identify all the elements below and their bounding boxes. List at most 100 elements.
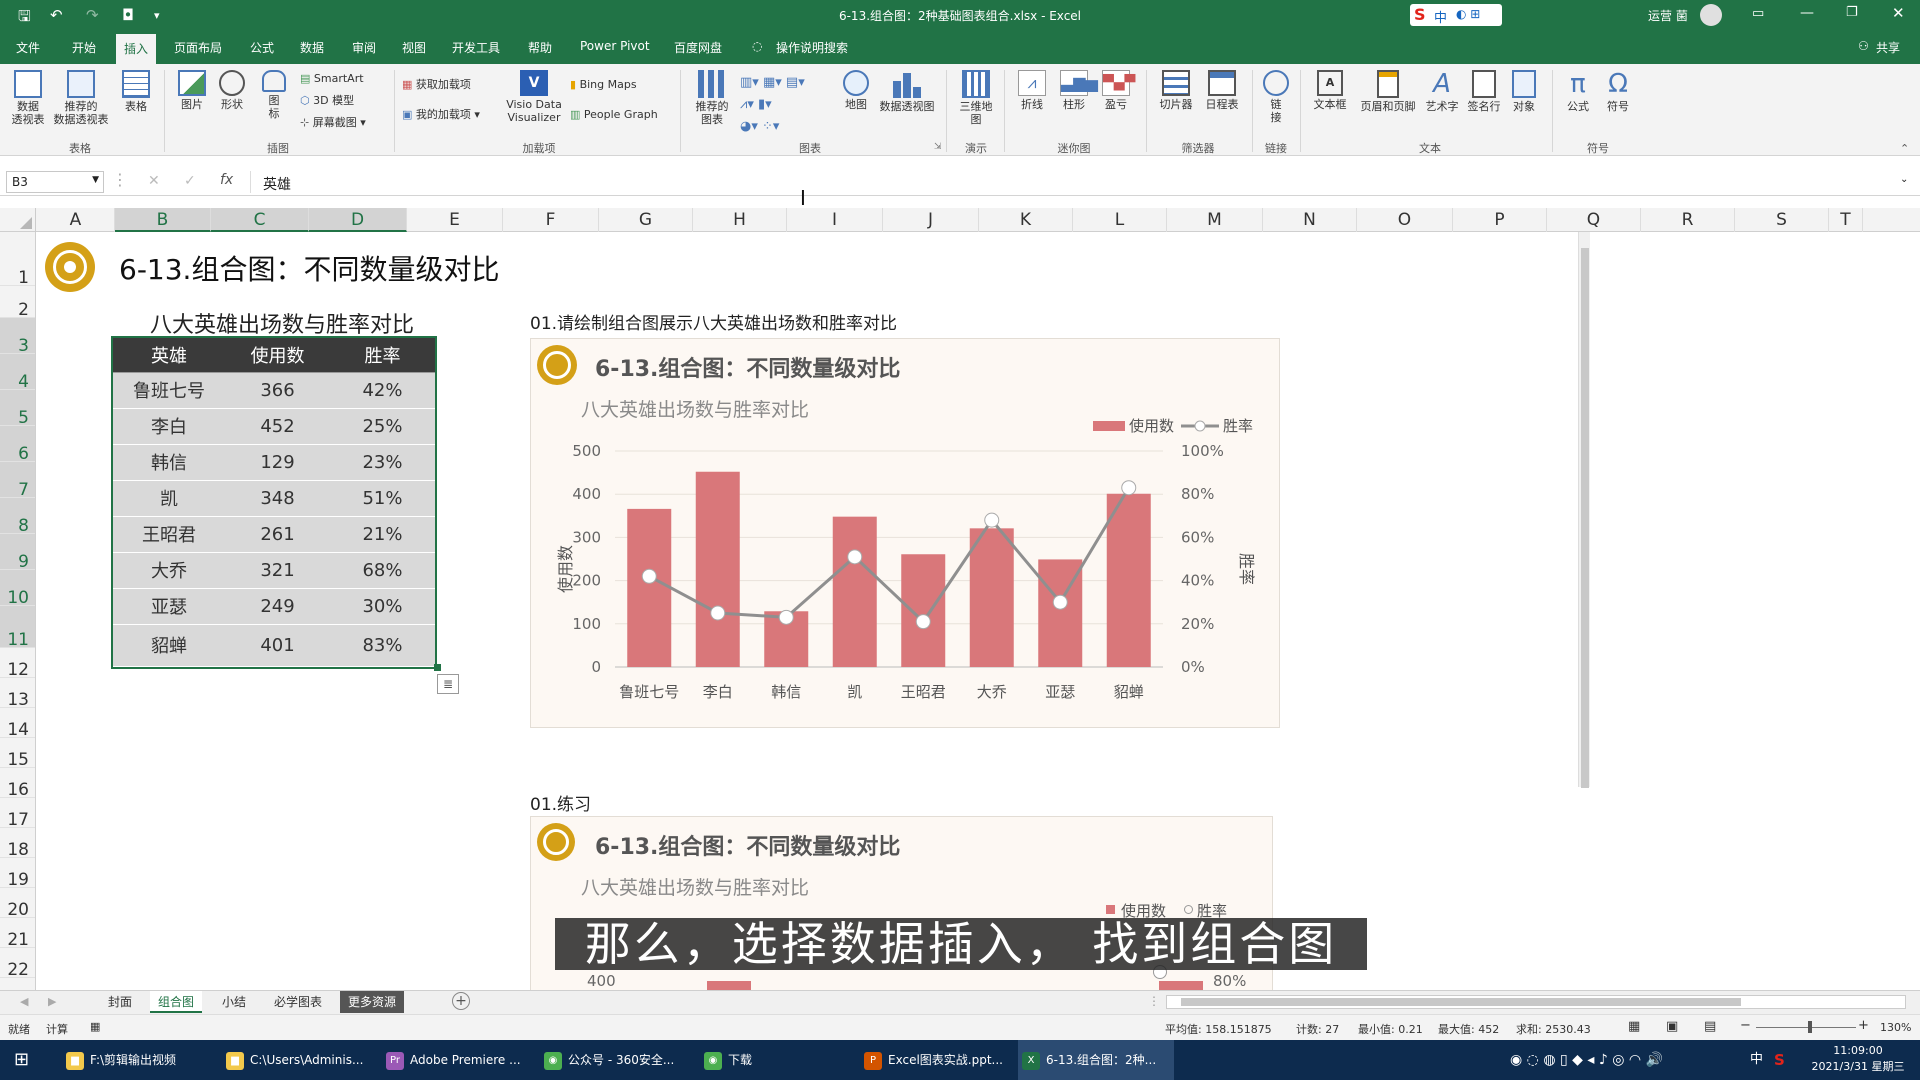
- minimize-icon[interactable]: —: [1800, 5, 1814, 21]
- table-cell[interactable]: 42%: [330, 372, 435, 409]
- line-chart-icon[interactable]: ⩘▾: [740, 97, 754, 112]
- table-cell[interactable]: 凯: [113, 480, 225, 517]
- tab-insert[interactable]: 插入: [116, 34, 157, 64]
- data-table[interactable]: 英雄 使用数 胜率 鲁班七号 366 42% 李白 452 25% 韩信 129 23% 凯 348 51…: [111, 336, 437, 669]
- page-layout-view-icon[interactable]: ▣: [1666, 1019, 1678, 1034]
- sheet-tab[interactable]: 封面: [100, 991, 140, 1013]
- tab-page-layout[interactable]: 页面布局: [174, 39, 222, 56]
- header-footer-button[interactable]: 页眉和页脚: [1356, 70, 1420, 113]
- table-cell[interactable]: 83%: [330, 624, 435, 667]
- tray-sogou-icon[interactable]: S: [1774, 1040, 1785, 1080]
- signature-line-button[interactable]: 签名行: [1464, 70, 1504, 113]
- column-header-c[interactable]: C: [211, 208, 309, 232]
- column-header-b[interactable]: B: [115, 208, 211, 232]
- tab-data[interactable]: 数据: [300, 39, 324, 56]
- row-header-15[interactable]: 15: [0, 738, 35, 770]
- row-header-18[interactable]: 18: [0, 828, 35, 860]
- get-addins-button[interactable]: ▦ 获取加载项: [402, 78, 502, 91]
- table-cell[interactable]: 261: [225, 516, 330, 553]
- table-cell[interactable]: 貂蝉: [113, 624, 225, 667]
- column-header-j[interactable]: J: [883, 208, 979, 232]
- zoom-out-icon[interactable]: −: [1740, 1018, 1751, 1033]
- pie-chart-icon[interactable]: ◕▾: [740, 119, 758, 134]
- maps-button[interactable]: 地图: [838, 70, 874, 111]
- tab-help[interactable]: 帮助: [528, 39, 552, 56]
- pivot-chart-button[interactable]: 数据透视图: [876, 70, 938, 113]
- screenshot-button[interactable]: ⊹ 屏幕截图 ▾: [300, 116, 390, 129]
- table-cell[interactable]: 452: [225, 408, 330, 445]
- link-button[interactable]: 链 接: [1260, 70, 1292, 124]
- macro-record-icon[interactable]: ▦: [90, 1020, 100, 1033]
- page-break-view-icon[interactable]: ▤: [1704, 1019, 1716, 1034]
- table-cell[interactable]: 129: [225, 444, 330, 481]
- table-cell[interactable]: 68%: [330, 552, 435, 589]
- sparkline-line-button[interactable]: ⩘ 折线: [1014, 70, 1050, 111]
- sheet-tab[interactable]: 更多资源: [340, 991, 405, 1013]
- worksheet-grid[interactable]: 6-13.组合图：不同数量级对比 八大英雄出场数与胜率对比 英雄 使用数 胜率 鲁班…: [37, 232, 1900, 990]
- 3d-model-button[interactable]: ⬡ 3D 模型: [300, 94, 380, 107]
- slicer-button[interactable]: 切片器: [1154, 70, 1198, 111]
- tab-review[interactable]: 审阅: [352, 39, 376, 56]
- chart-plot-svg[interactable]: 01002003004005000%20%40%60%80%100%使用数 胜率鲁…: [531, 339, 1281, 729]
- row-header-14[interactable]: 14: [0, 708, 35, 740]
- windows-start-icon[interactable]: ⊞: [14, 1040, 29, 1080]
- zoom-level[interactable]: 130%: [1880, 1021, 1911, 1034]
- visio-data-visualizer-button[interactable]: V Visio Data Visualizer: [502, 70, 566, 124]
- textbox-button[interactable]: A 文本框: [1308, 70, 1352, 111]
- prev-sheet-icon[interactable]: ◀: [20, 995, 28, 1008]
- waterfall-chart-icon[interactable]: ▤▾: [786, 75, 805, 90]
- close-icon[interactable]: ✕: [1892, 4, 1905, 22]
- ribbon-display-icon[interactable]: ▭: [1752, 6, 1764, 21]
- row-header-7[interactable]: 7: [0, 462, 35, 500]
- column-header-r[interactable]: R: [1641, 208, 1735, 232]
- table-header-cell[interactable]: 使用数: [225, 338, 330, 373]
- row-header-8[interactable]: 8: [0, 498, 35, 536]
- quick-analysis-icon[interactable]: ≣: [437, 674, 459, 694]
- tab-file[interactable]: 文件: [16, 39, 40, 56]
- fill-handle[interactable]: [434, 664, 441, 671]
- table-cell[interactable]: 25%: [330, 408, 435, 445]
- zoom-in-icon[interactable]: +: [1858, 1018, 1869, 1033]
- wordart-button[interactable]: A 艺术字: [1422, 70, 1462, 113]
- column-header-t[interactable]: T: [1829, 208, 1863, 232]
- symbol-button[interactable]: Ω 符号: [1600, 70, 1636, 113]
- row-header-10[interactable]: 10: [0, 570, 35, 608]
- tray-icons[interactable]: ◉ ◌ ◍ ▯ ◆ ◂ ♪ ◎ ◠ 🔊: [1510, 1040, 1663, 1080]
- combo-chart[interactable]: 6-13.组合图：不同数量级对比 八大英雄出场数与胜率对比 0 100 200 300…: [530, 338, 1280, 728]
- taskbar-item[interactable]: P Excel图表实战.ppt...: [860, 1040, 1010, 1080]
- row-header-17[interactable]: 17: [0, 798, 35, 830]
- equation-button[interactable]: π 公式: [1560, 70, 1596, 113]
- table-cell[interactable]: 李白: [113, 408, 225, 445]
- table-cell[interactable]: 51%: [330, 480, 435, 517]
- table-header-cell[interactable]: 英雄: [113, 338, 225, 373]
- cancel-icon[interactable]: ✕: [148, 173, 160, 189]
- column-header-n[interactable]: N: [1263, 208, 1357, 232]
- table-cell[interactable]: 249: [225, 588, 330, 625]
- tab-baidu-netdisk[interactable]: 百度网盘: [674, 39, 722, 56]
- tell-me-search[interactable]: 操作说明搜索: [776, 39, 848, 56]
- column-header-a[interactable]: A: [37, 208, 115, 232]
- recommended-charts-button[interactable]: 推荐的 图表: [690, 70, 734, 126]
- row-header-3[interactable]: 3: [0, 318, 35, 356]
- table-cell[interactable]: 大乔: [113, 552, 225, 589]
- picture-button[interactable]: 图片: [174, 70, 210, 111]
- column-header-i[interactable]: I: [787, 208, 883, 232]
- column-header-p[interactable]: P: [1453, 208, 1547, 232]
- column-header-m[interactable]: M: [1167, 208, 1263, 232]
- formula-input[interactable]: 英雄: [250, 171, 1900, 193]
- row-header-19[interactable]: 19: [0, 858, 35, 890]
- sheet-tab[interactable]: 组合图: [150, 991, 203, 1013]
- my-addins-button[interactable]: ▣ 我的加载项 ▾: [402, 108, 502, 121]
- row-header-12[interactable]: 12: [0, 648, 35, 680]
- hierarchy-chart-icon[interactable]: ▦▾: [763, 75, 782, 90]
- user-name[interactable]: 运营 菌: [1648, 7, 1688, 24]
- people-graph-button[interactable]: ▥ People Graph: [570, 108, 670, 121]
- table-cell[interactable]: 21%: [330, 516, 435, 553]
- row-header-11[interactable]: 11: [0, 606, 35, 650]
- row-header-6[interactable]: 6: [0, 426, 35, 464]
- shapes-button[interactable]: 形状: [214, 70, 250, 111]
- table-cell[interactable]: 鲁班七号: [113, 372, 225, 409]
- insert-function-icon[interactable]: fx: [220, 172, 233, 188]
- table-cell[interactable]: 401: [225, 624, 330, 667]
- vertical-scrollbar[interactable]: [1578, 232, 1590, 788]
